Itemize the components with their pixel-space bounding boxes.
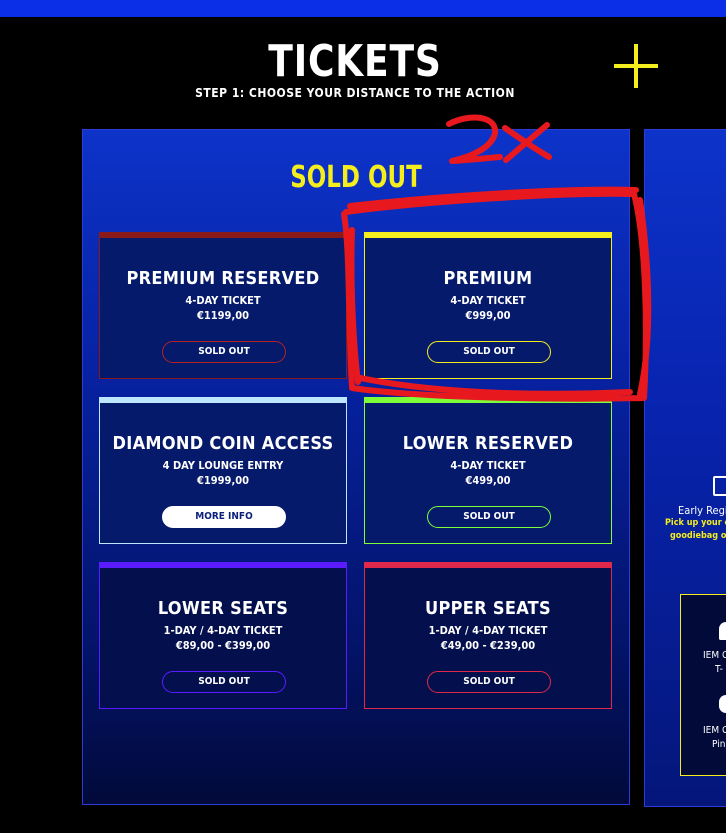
sold-out-heading: SOLD OUT [290,160,422,195]
side-info-box: IEM C T- IEM C Pin [680,594,726,776]
clipboard-check-icon [713,476,726,496]
ticket-price: €499,00 [465,474,511,487]
ticket-price: €999,00 [465,309,511,322]
side-box-text: T- [715,664,723,675]
sold-out-button[interactable]: SOLD OUT [427,341,551,363]
side-goodiebag-text: goodiebag on [670,531,726,541]
ticket-name: UPPER SEATS [425,598,551,619]
ticket-type: 4-DAY TICKET [450,294,526,307]
card-accent-stripe [364,562,612,568]
ticket-name: LOWER SEATS [157,598,289,619]
shirt-icon [719,622,726,640]
ticket-type: 1-DAY / 4-DAY TICKET [428,624,548,637]
ticket-card-lower-reserved[interactable]: LOWER RESERVED 4-DAY TICKET €499,00 SOLD… [364,397,612,544]
ticket-name: LOWER RESERVED [402,433,574,454]
ticket-name: DIAMOND COIN ACCESS [112,433,334,454]
side-box-text: Pin [712,739,726,750]
ticket-name: PREMIUM RESERVED [126,268,320,289]
card-accent-stripe [99,232,347,238]
sold-out-button[interactable]: SOLD OUT [427,671,551,693]
ticket-card-premium[interactable]: PREMIUM 4-DAY TICKET €999,00 SOLD OUT [364,232,612,379]
ticket-price: €1999,00 [197,474,249,487]
side-early-registration: Early Regi [678,504,726,517]
ticket-type: 1-DAY / 4-DAY TICKET [163,624,283,637]
side-panel: Early Regi Pick up your cr goodiebag on … [644,129,726,807]
page-title: TICKETS [268,36,442,87]
card-accent-stripe [364,397,612,403]
ticket-card-premium-reserved[interactable]: PREMIUM RESERVED 4-DAY TICKET €1199,00 S… [99,232,347,379]
plus-icon[interactable] [614,44,658,88]
card-accent-stripe [99,397,347,403]
top-bar [0,0,726,17]
ticket-card-diamond-coin-access[interactable]: DIAMOND COIN ACCESS 4 DAY LOUNGE ENTRY €… [99,397,347,544]
ticket-card-upper-seats[interactable]: UPPER SEATS 1-DAY / 4-DAY TICKET €49,00 … [364,562,612,709]
more-info-button[interactable]: MORE INFO [162,506,286,528]
pin-icon [719,695,726,713]
ticket-name: PREMIUM [443,268,533,289]
tickets-panel: SOLD OUT PREMIUM RESERVED 4-DAY TICKET €… [82,129,630,805]
card-accent-stripe [364,232,612,238]
ticket-type: 4 DAY LOUNGE ENTRY [162,459,284,472]
ticket-price: €89,00 - €399,00 [175,639,271,652]
card-accent-stripe [99,562,347,568]
sold-out-button[interactable]: SOLD OUT [427,506,551,528]
ticket-type: 4-DAY TICKET [185,294,261,307]
page-subtitle: STEP 1: CHOOSE YOUR DISTANCE TO THE ACTI… [195,86,515,100]
ticket-price: €1199,00 [197,309,249,322]
ticket-card-lower-seats[interactable]: LOWER SEATS 1-DAY / 4-DAY TICKET €89,00 … [99,562,347,709]
sold-out-button[interactable]: SOLD OUT [162,341,286,363]
ticket-type: 4-DAY TICKET [450,459,526,472]
side-pickup-text: Pick up your cr [665,518,726,528]
ticket-price: €49,00 - €239,00 [440,639,536,652]
sold-out-button[interactable]: SOLD OUT [162,671,286,693]
side-box-text: IEM C [703,650,726,661]
side-box-text: IEM C [703,725,726,736]
